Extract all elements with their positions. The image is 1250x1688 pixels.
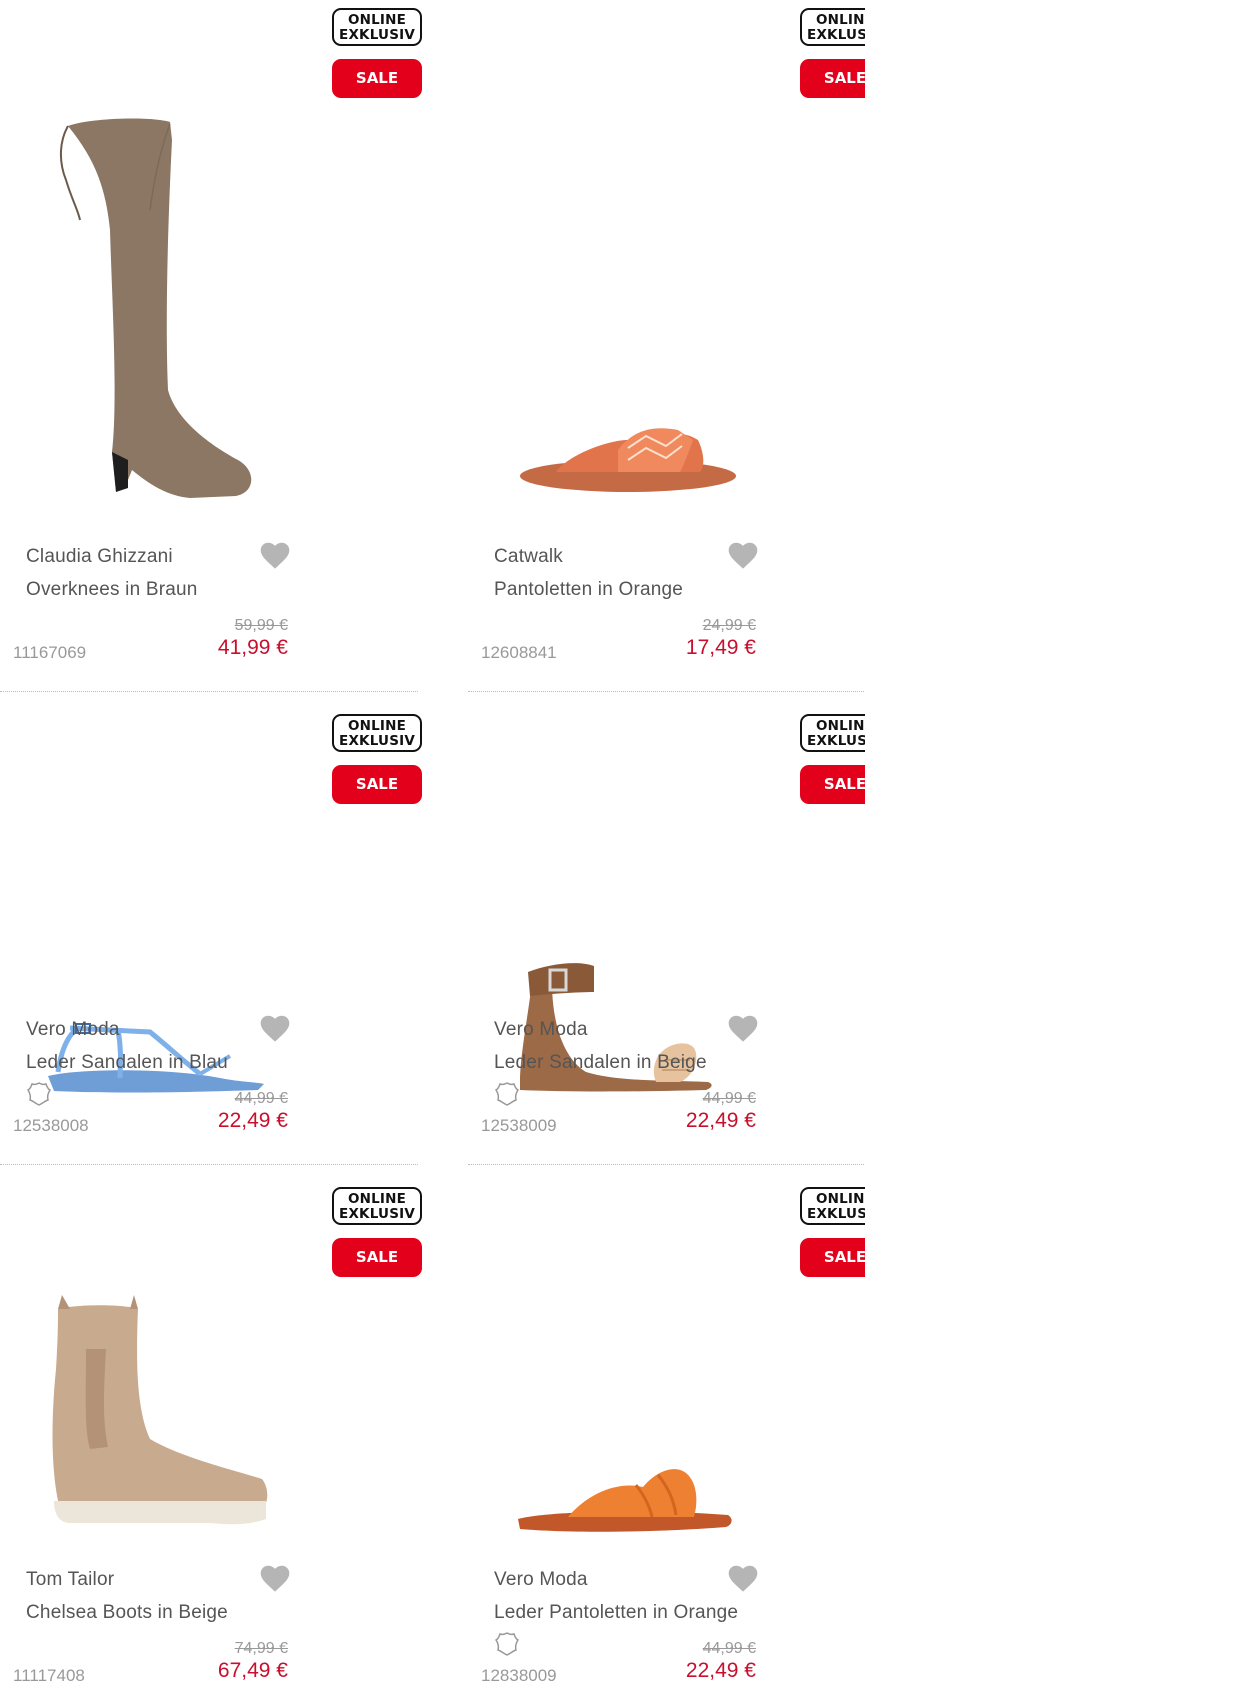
product-brand: Catwalk: [494, 546, 563, 567]
article-number: 12608841: [481, 643, 557, 662]
online-exclusive-badge: ONLINE EXKLUSIV: [800, 1187, 865, 1225]
sale-price: 22,49 €: [685, 1659, 756, 1682]
blue-sandal-image: [48, 1023, 264, 1093]
article-number: 12538009: [481, 1116, 557, 1135]
product-title[interactable]: Leder Sandalen in Blau: [26, 1052, 228, 1074]
sale-badge: SALE: [332, 765, 422, 804]
leather-icon: [26, 1082, 52, 1106]
product-title[interactable]: Chelsea Boots in Beige: [26, 1602, 228, 1624]
product-brand: Vero Moda: [494, 1019, 588, 1040]
online-exclusive-badge: ONLINE EXKLUSIV: [800, 8, 865, 46]
wishlist-heart-icon[interactable]: [726, 1563, 760, 1593]
sale-price: 41,99 €: [217, 636, 288, 659]
old-price: 59,99 €: [234, 617, 288, 634]
product-image[interactable]: [0, 1279, 418, 1688]
old-price: 44,99 €: [234, 1090, 288, 1107]
product-brand: Claudia Ghizzani: [26, 546, 173, 567]
leather-icon: [494, 1082, 520, 1106]
sale-price: 22,49 €: [217, 1109, 288, 1132]
tall-boot-image: [60, 118, 252, 498]
product-title[interactable]: Leder Sandalen in Beige: [494, 1052, 707, 1074]
card-divider: [0, 1164, 418, 1165]
card-divider: [0, 691, 418, 692]
card-divider: [468, 1164, 865, 1165]
product-brand: Vero Moda: [494, 1569, 588, 1590]
sale-price: 67,49 €: [217, 1659, 288, 1682]
product-image[interactable]: [468, 806, 865, 1226]
article-number: 12538008: [13, 1116, 89, 1135]
sale-badge: SALE: [332, 59, 422, 98]
online-exclusive-badge: ONLINE EXKLUSIV: [332, 1187, 422, 1225]
online-exclusive-badge: ONLINE EXKLUSIV: [332, 714, 422, 752]
chelsea-boot-image: [52, 1295, 268, 1525]
old-price: 44,99 €: [702, 1090, 756, 1107]
article-number: 11167069: [13, 643, 87, 662]
sale-price: 17,49 €: [685, 636, 756, 659]
leather-icon: [494, 1632, 520, 1656]
wishlist-heart-icon[interactable]: [258, 1563, 292, 1593]
product-card[interactable]: ONLINE EXKLUSIV SALE Claudia Ghizzani Ov…: [0, 0, 422, 692]
online-exclusive-badge: ONLINE EXKLUSIV: [800, 714, 865, 752]
wishlist-heart-icon[interactable]: [258, 1013, 292, 1043]
orange-slide-image: [520, 428, 736, 492]
product-card[interactable]: ONLINE EXKLUSIV SALE Vero Moda Leder San…: [468, 706, 865, 1179]
orange-twist-slide-image: [518, 1469, 732, 1532]
product-image[interactable]: [0, 806, 418, 1226]
old-price: 74,99 €: [234, 1640, 288, 1657]
wishlist-heart-icon[interactable]: [258, 540, 292, 570]
wishlist-heart-icon[interactable]: [726, 1013, 760, 1043]
article-number: 11117408: [13, 1666, 85, 1685]
product-card[interactable]: ONLINE EXKLUSIV SALE Vero Moda Leder San…: [0, 706, 422, 1179]
product-image[interactable]: [468, 1279, 865, 1688]
product-brand: Tom Tailor: [26, 1569, 115, 1590]
product-card[interactable]: ONLINE EXKLUSIV SALE Tom Tailor Chelsea …: [0, 1179, 422, 1685]
product-title[interactable]: Overknees in Braun: [26, 579, 198, 601]
wishlist-heart-icon[interactable]: [726, 540, 760, 570]
old-price: 24,99 €: [702, 617, 756, 634]
sale-badge: SALE: [332, 1238, 422, 1277]
sale-price: 22,49 €: [685, 1109, 756, 1132]
product-card[interactable]: ONLINE EXKLUSIV SALE Vero Moda Leder Pan…: [468, 1179, 865, 1685]
sale-badge: SALE: [800, 765, 865, 804]
product-grid: ONLINE EXKLUSIV SALE Claudia Ghizzani Ov…: [0, 0, 865, 1688]
product-title[interactable]: Leder Pantoletten in Orange: [494, 1602, 738, 1624]
product-brand: Vero Moda: [26, 1019, 120, 1040]
card-divider: [468, 691, 865, 692]
article-number: 12838009: [481, 1666, 557, 1685]
old-price: 44,99 €: [702, 1640, 756, 1657]
product-image[interactable]: [0, 100, 418, 520]
sale-badge: SALE: [800, 1238, 865, 1277]
beige-sandal-image: [520, 963, 712, 1092]
product-title[interactable]: Pantoletten in Orange: [494, 579, 683, 601]
sale-badge: SALE: [800, 59, 865, 98]
product-card[interactable]: ONLINE EXKLUSIV SALE Catwalk Pantoletten…: [468, 0, 865, 692]
online-exclusive-badge: ONLINE EXKLUSIV: [332, 8, 422, 46]
product-image[interactable]: [468, 100, 865, 520]
